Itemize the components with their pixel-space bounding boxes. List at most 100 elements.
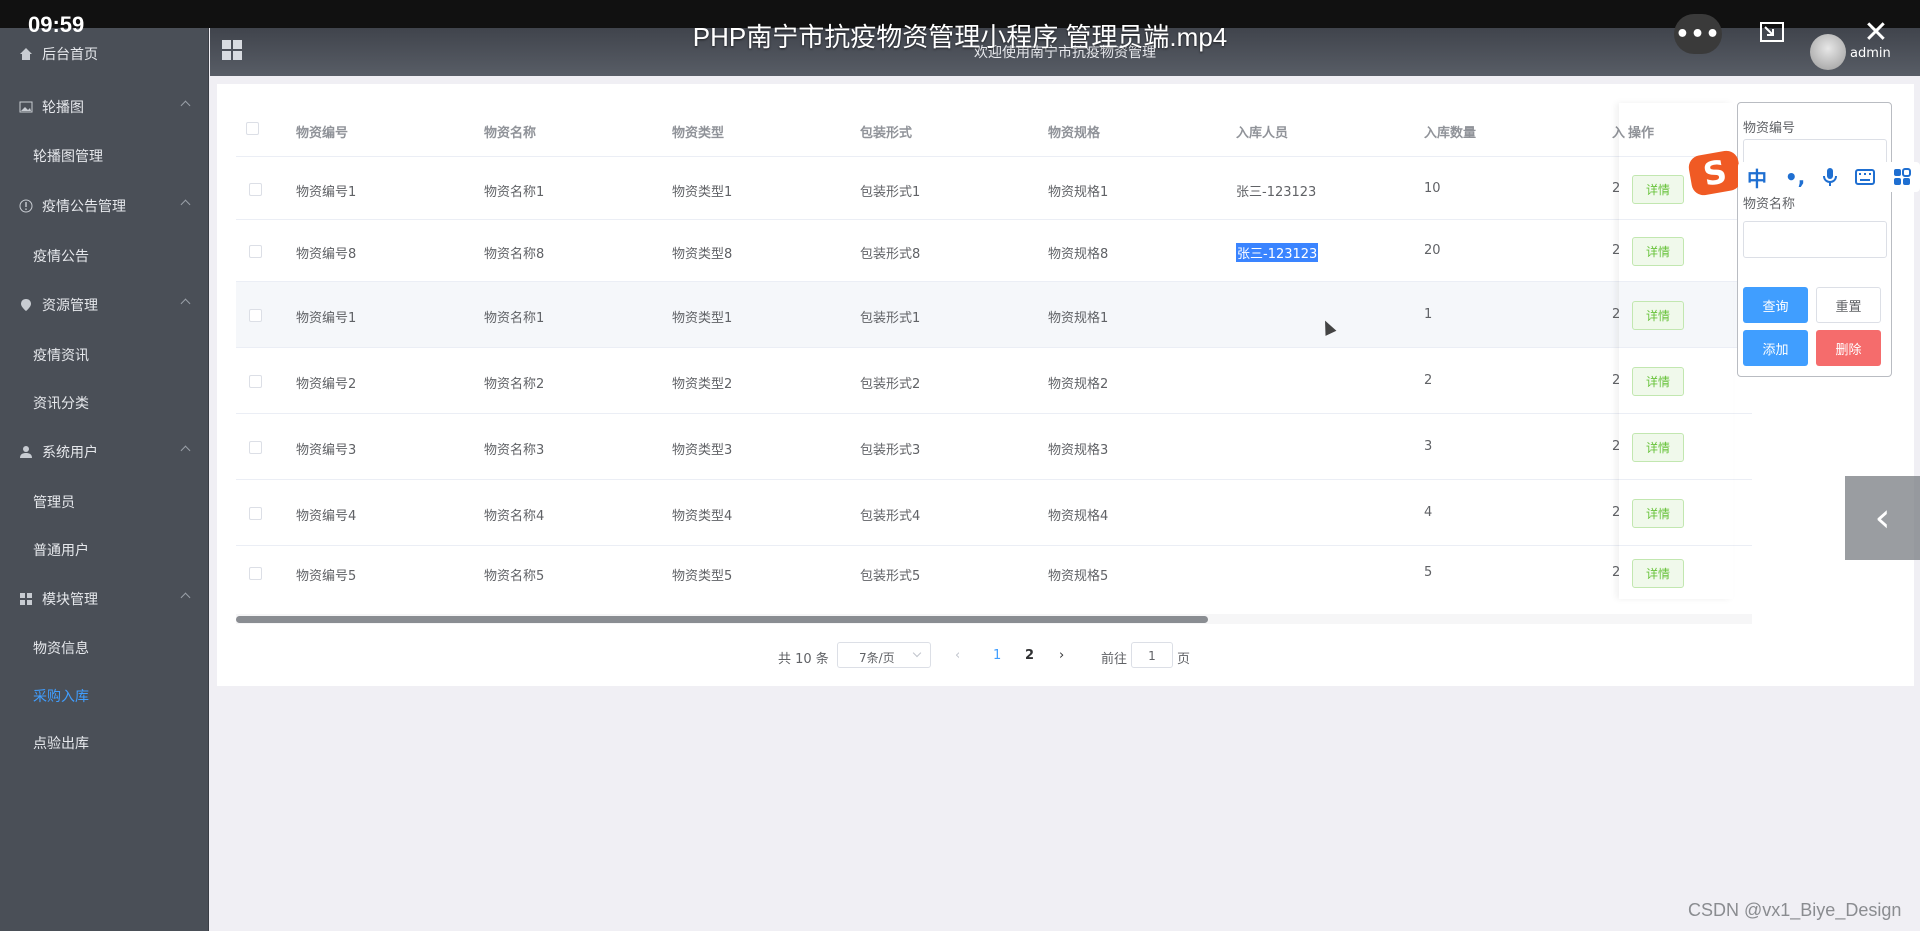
search-name-input[interactable] bbox=[1743, 221, 1887, 258]
sidebar-group-users[interactable]: 系统用户 bbox=[0, 432, 209, 472]
microphone-icon[interactable] bbox=[1823, 167, 1838, 187]
cell-type: 物资类型1 bbox=[672, 185, 733, 200]
cell-qty: 2 bbox=[1424, 373, 1433, 388]
col-header-name: 物资名称 bbox=[484, 126, 537, 141]
sidebar-item-carousel-manage[interactable]: 轮播图管理 bbox=[0, 136, 209, 176]
cell-spec: 物资规格2 bbox=[1048, 377, 1109, 392]
cell-spec: 物资规格8 bbox=[1048, 247, 1109, 262]
row-checkbox[interactable] bbox=[249, 507, 262, 520]
cell-code: 物资编号5 bbox=[296, 569, 357, 584]
table-row[interactable]: 物资编号5 物资名称5 物资类型5 包装形式5 物资规格5 5 2 详情 bbox=[236, 546, 1752, 599]
row-checkbox[interactable] bbox=[249, 309, 262, 322]
cell-staff: 张三-123123 bbox=[1236, 243, 1319, 262]
cell-type: 物资类型8 bbox=[672, 247, 733, 262]
col-header-code: 物资编号 bbox=[296, 126, 349, 141]
goto-page-input[interactable]: 1 bbox=[1131, 642, 1173, 668]
add-button[interactable]: 添加 bbox=[1743, 330, 1808, 366]
sidebar-item-purchase-inbound[interactable]: 采购入库 bbox=[0, 676, 209, 716]
sogou-logo-icon[interactable]: S bbox=[1686, 148, 1744, 198]
apps-grid-icon[interactable] bbox=[1893, 168, 1912, 186]
cell-pack: 包装形式5 bbox=[860, 569, 921, 584]
cell-spec: 物资规格1 bbox=[1048, 311, 1109, 326]
cell-qty: 5 bbox=[1424, 565, 1433, 580]
page-size-value: 7条/页 bbox=[859, 651, 895, 665]
col-header-pack: 包装形式 bbox=[860, 126, 913, 141]
sidebar-item-notice[interactable]: 疫情公告 bbox=[0, 236, 209, 276]
picture-in-picture-icon[interactable] bbox=[1752, 14, 1792, 50]
table-row[interactable]: 物资编号4 物资名称4 物资类型4 包装形式4 物资规格4 4 2 详情 bbox=[236, 480, 1752, 546]
prev-page-icon[interactable]: ‹ bbox=[955, 648, 960, 663]
cell-spec: 物资规格3 bbox=[1048, 443, 1109, 458]
page-2[interactable]: 2 bbox=[1025, 648, 1034, 663]
search-code-label: 物资编号 bbox=[1743, 121, 1796, 136]
cell-type: 物资类型4 bbox=[672, 509, 733, 524]
table-row[interactable]: 物资编号1 物资名称1 物资类型1 包装形式1 物资规格1 张三-123123 10 2 详情 bbox=[236, 158, 1752, 220]
sidebar-group-label: 轮播图 bbox=[42, 100, 84, 116]
cell-qty: 4 bbox=[1424, 505, 1433, 520]
sidebar-item-news[interactable]: 疫情资讯 bbox=[0, 335, 209, 375]
chevron-up-icon bbox=[180, 100, 191, 111]
col-header-staff: 入库人员 bbox=[1236, 126, 1289, 141]
row-checkbox[interactable] bbox=[249, 375, 262, 388]
ime-lang-toggle[interactable]: 中 bbox=[1747, 163, 1767, 192]
watermark: CSDN @vx1_Biye_Design bbox=[1688, 900, 1902, 920]
row-checkbox[interactable] bbox=[249, 567, 262, 580]
col-header-spec: 物资规格 bbox=[1048, 126, 1101, 141]
sidebar: 后台首页 轮播图 轮播图管理 疫情公告管理 疫情公告 资源管理 疫情资讯 资讯分… bbox=[0, 28, 209, 931]
delete-button[interactable]: 删除 bbox=[1816, 330, 1881, 366]
page-size-select[interactable]: 7条/页 bbox=[837, 642, 931, 668]
row-checkbox[interactable] bbox=[249, 183, 262, 196]
sidebar-group-label: 疫情公告管理 bbox=[42, 199, 126, 215]
sidebar-item-inspection-outbound[interactable]: 点验出库 bbox=[0, 723, 209, 763]
cell-pack: 包装形式1 bbox=[860, 185, 921, 200]
next-page-icon[interactable]: › bbox=[1059, 648, 1064, 663]
sidebar-group-notice[interactable]: 疫情公告管理 bbox=[0, 186, 209, 226]
cell-code: 物资编号4 bbox=[296, 509, 357, 524]
table-row[interactable]: 物资编号8 物资名称8 物资类型8 包装形式8 物资规格8 张三-123123 20 2 详情 bbox=[236, 220, 1752, 282]
query-button[interactable]: 查询 bbox=[1743, 287, 1808, 323]
cell-pack: 包装形式3 bbox=[860, 443, 921, 458]
page-1[interactable]: 1 bbox=[993, 648, 1001, 663]
sidebar-group-resource[interactable]: 资源管理 bbox=[0, 285, 209, 325]
col-header-qty: 入库数量 bbox=[1424, 126, 1477, 141]
cell-staff: 张三-123123 bbox=[1236, 185, 1317, 200]
sidebar-group-carousel[interactable]: 轮播图 bbox=[0, 87, 209, 127]
row-checkbox[interactable] bbox=[249, 245, 262, 258]
goto-suffix: 页 bbox=[1177, 652, 1191, 667]
row-checkbox[interactable] bbox=[249, 441, 262, 454]
sidebar-item-admins[interactable]: 管理员 bbox=[0, 482, 209, 522]
cell-code: 物资编号3 bbox=[296, 443, 357, 458]
close-icon[interactable]: ✕ bbox=[1856, 14, 1896, 50]
cell-type: 物资类型1 bbox=[672, 311, 733, 326]
cell-name: 物资名称3 bbox=[484, 443, 545, 458]
ime-punct-toggle[interactable]: •, bbox=[1785, 165, 1805, 189]
location-pin-icon bbox=[21, 299, 31, 311]
horizontal-scrollbar[interactable] bbox=[236, 616, 1208, 623]
sidebar-item-news-category[interactable]: 资讯分类 bbox=[0, 383, 209, 423]
chevron-up-icon bbox=[180, 199, 191, 210]
more-dots-icon[interactable]: ••• bbox=[1674, 14, 1722, 54]
cell-code: 物资编号8 bbox=[296, 247, 357, 262]
cell-name: 物资名称1 bbox=[484, 185, 545, 200]
reset-button[interactable]: 重置 bbox=[1816, 287, 1881, 323]
cell-pack: 包装形式2 bbox=[860, 377, 921, 392]
table-row[interactable]: 物资编号3 物资名称3 物资类型3 包装形式3 物资规格3 3 2 详情 bbox=[236, 414, 1752, 480]
table-row[interactable]: 物资编号1 物资名称1 物资类型1 包装形式1 物资规格1 1 2 详情 bbox=[236, 282, 1752, 348]
grid-icon bbox=[20, 593, 32, 605]
chevron-left-icon[interactable]: ‹ bbox=[1845, 476, 1920, 560]
cell-spec: 物资规格1 bbox=[1048, 185, 1109, 200]
chevron-up-icon bbox=[180, 445, 191, 456]
keyboard-icon[interactable] bbox=[1855, 169, 1876, 185]
sidebar-item-normal-users[interactable]: 普通用户 bbox=[0, 530, 209, 570]
sidebar-group-modules[interactable]: 模块管理 bbox=[0, 579, 209, 619]
data-table: 物资编号 物资名称 物资类型 包装形式 物资规格 入库人员 入库数量 入 操作 … bbox=[236, 103, 1752, 599]
table-row[interactable]: 物资编号2 物资名称2 物资类型2 包装形式2 物资规格2 2 2 详情 bbox=[236, 348, 1752, 414]
chevron-down-icon bbox=[912, 648, 922, 658]
cell-qty: 20 bbox=[1424, 243, 1441, 258]
cell-name: 物资名称5 bbox=[484, 569, 545, 584]
cell-name: 物资名称2 bbox=[484, 377, 545, 392]
cell-pack: 包装形式4 bbox=[860, 509, 921, 524]
select-all-checkbox[interactable] bbox=[246, 122, 259, 135]
sidebar-item-materials[interactable]: 物资信息 bbox=[0, 628, 209, 668]
info-circle-icon bbox=[19, 199, 33, 213]
